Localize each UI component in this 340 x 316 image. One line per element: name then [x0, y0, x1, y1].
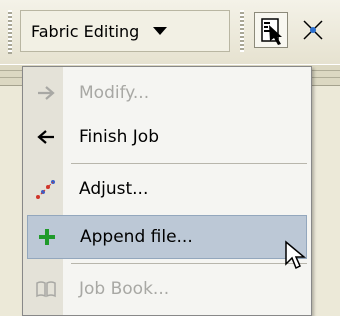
menu-item-label: Append file...	[80, 227, 193, 247]
vertex-tool-button[interactable]	[296, 12, 330, 48]
fabric-editing-menu: Modify... Finish Job Adjust... Append fi…	[22, 66, 312, 316]
fabric-edit-tool-button[interactable]	[254, 12, 288, 48]
arrow-left-icon	[27, 115, 65, 159]
menu-item-job-book[interactable]: Job Book...	[27, 267, 307, 311]
menu-item-finish-job[interactable]: Finish Job	[27, 115, 307, 159]
adjust-dots-icon	[27, 167, 65, 211]
book-icon	[27, 267, 65, 311]
fabric-editing-dropdown[interactable]: Fabric Editing	[20, 10, 230, 52]
mouse-pointer-icon	[284, 240, 308, 276]
menu-separator	[71, 263, 307, 264]
chevron-down-icon	[153, 27, 168, 35]
menu-item-label: Finish Job	[79, 127, 160, 147]
menu-item-label: Adjust...	[79, 179, 149, 199]
menu-item-modify[interactable]: Modify...	[27, 71, 307, 115]
fabric-edit-tool-icon	[261, 18, 282, 45]
green-plus-icon	[28, 215, 66, 259]
dropdown-label: Fabric Editing	[31, 21, 140, 41]
menu-item-label: Job Book...	[79, 279, 170, 299]
editor-toolbar: Fabric Editing	[0, 0, 340, 64]
menu-item-append-file[interactable]: Append file...	[27, 215, 307, 259]
vertex-cross-icon	[303, 20, 323, 40]
menu-item-adjust[interactable]: Adjust...	[27, 167, 307, 211]
menu-separator	[71, 163, 307, 164]
toolbar-grip[interactable]	[8, 10, 12, 54]
arrow-right-icon	[27, 71, 65, 115]
menu-item-label: Modify...	[79, 83, 150, 103]
toolbar-separator	[240, 10, 244, 52]
